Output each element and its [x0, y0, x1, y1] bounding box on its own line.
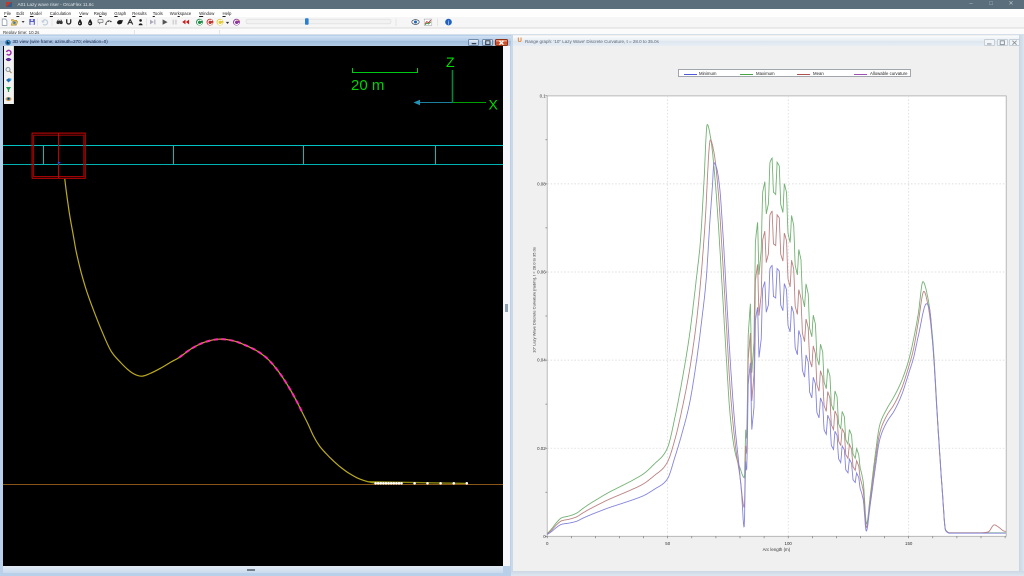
- svg-text:50: 50: [665, 541, 670, 546]
- svg-text:0: 0: [546, 541, 549, 546]
- svg-text:X: X: [489, 97, 499, 113]
- svg-text:Arc length (m): Arc length (m): [763, 547, 791, 552]
- svg-text:0.1: 0.1: [540, 93, 547, 98]
- svg-text:0.02: 0.02: [537, 446, 546, 451]
- svg-text:0.08: 0.08: [537, 182, 546, 187]
- svg-text:150: 150: [905, 541, 913, 546]
- svg-text:0.04: 0.04: [537, 358, 546, 363]
- svg-text:10" Lazy Wave Discrete Curvatu: 10" Lazy Wave Discrete Curvature [rad/m]…: [532, 247, 537, 353]
- svg-text:20 m: 20 m: [351, 77, 384, 94]
- svg-text:0.06: 0.06: [537, 270, 546, 275]
- svg-text:100: 100: [785, 541, 793, 546]
- svg-text:Z: Z: [446, 54, 455, 70]
